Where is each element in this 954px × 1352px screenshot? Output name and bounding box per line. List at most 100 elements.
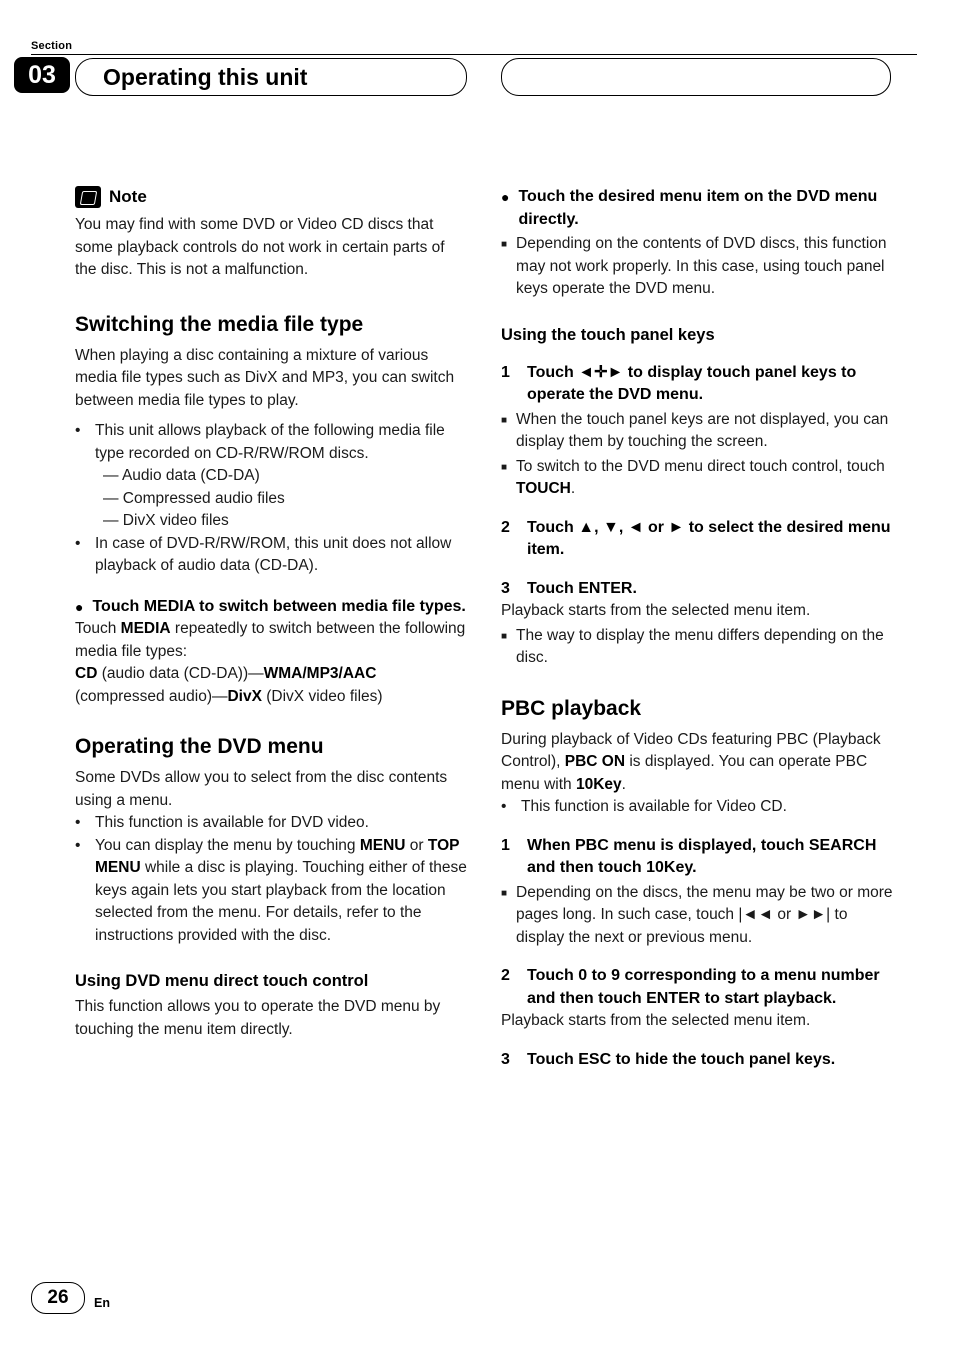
bullet-square-icon: ■ [501,239,508,250]
text-run: or [773,906,796,923]
list-item-text: You can display the menu by touching MEN… [95,835,467,948]
step-number: 3 [501,1050,510,1068]
list-item: — Audio data (CD-DA) [103,467,260,484]
page-footer: 26 En [31,1282,917,1322]
text-run: To switch to the DVD menu direct touch c… [516,457,885,475]
procedure-heading-text: Touch MEDIA to switch between media file… [92,597,466,615]
step-number: 2 [501,518,510,536]
heading-pbc-playback: PBC playback [501,696,642,720]
list-item-text: This function is available for DVD video… [95,814,369,831]
section-number-badge: 03 [14,57,70,93]
text-run: Touch [527,363,579,381]
step-item: 2 Touch 0 to 9 corresponding to a menu n… [501,965,893,1010]
step-text: Touch ENTER. [527,579,637,597]
heading-dvd-menu-direct-touch-control: Using DVD menu direct touch control [75,972,369,990]
heading-operating-the-dvd-menu: Operating the DVD menu [75,735,324,758]
text-run: Touch [75,620,121,637]
note-item: ■ The way to display the menu differs de… [501,625,893,670]
step-text: When PBC menu is displayed, touch SEARCH… [527,836,877,877]
bullet-square-icon: ■ [501,461,508,473]
note-heading: Note [75,186,467,208]
step3-body: Playback starts from the selected menu i… [501,602,811,619]
heading-switching-media-file-type: Switching the media file type [75,312,364,336]
text-run: while a disc is playing. Touching either… [95,859,467,944]
pbc-intro: During playback of Video CDs featuring P… [501,729,893,797]
note-item-text: When the touch panel keys are not displa… [516,410,889,451]
note-item: ■ Depending on the contents of DVD discs… [501,233,893,301]
note-item: ■ When the touch panel keys are not disp… [501,409,893,454]
media-type-sequence: CD (audio data (CD-DA))—WMA/MP3/AAC (com… [75,663,467,708]
list-item: • In case of DVD-R/RW/ROM, this unit doe… [75,533,467,578]
step-text: Touch 0 to 9 corresponding to a menu num… [527,967,880,1007]
language-label: En [94,1296,110,1310]
page-title-pill-right [501,58,891,96]
note-pencil-icon [75,186,101,208]
bullet-dot-icon: • [75,422,81,439]
header-rule [31,54,917,55]
text-run: . [570,480,576,497]
list-item: — DivX video files [103,512,229,529]
bullet-circle-icon: ● [501,189,510,205]
step-text: Touch ▲, ▼, ◄ or ► to select the desired… [527,518,891,559]
right-column: ● Touch the desired menu item on the DVD… [501,186,893,1071]
list-item: • You can display the menu by touching M… [75,835,467,948]
step-number: 3 [501,579,510,597]
step-number: 1 [501,363,510,381]
text-run-bold: CD [75,665,98,682]
text-run-bold: PBC ON [564,753,626,770]
left-column: Note You may find with some DVD or Video… [75,186,467,1041]
note-item-text: Depending on the contents of DVD discs, … [516,235,887,297]
note-item: ■ To switch to the DVD menu direct touch… [501,456,893,501]
bullet-square-icon: ■ [501,887,508,899]
bullet-dot-icon: • [75,534,81,552]
heading-using-touch-panel-keys: Using the touch panel keys [501,325,715,344]
section-label: Section [31,40,73,52]
procedure-heading: ● Touch MEDIA to switch between media fi… [75,596,467,619]
step-item: 1 Touch ◄✛► to display touch panel keys … [501,362,893,407]
text-run: (audio data (CD-DA))— [97,665,264,682]
step-text: Touch ESC to hide the touch panel keys. [527,1050,836,1068]
bullet-square-icon: ■ [501,630,508,642]
bullet-dot-icon: • [75,836,81,854]
page-number-badge: 26 [31,1282,85,1314]
text-run-bold: MEDIA [120,620,171,637]
previous-track-icon: |◄◄ [738,906,774,923]
page-title: Operating this unit [103,64,308,90]
list-item-text: In case of DVD-R/RW/ROM, this unit does … [95,534,452,575]
text-run-bold: DivX [227,687,262,705]
step-item: 1 When PBC menu is displayed, touch SEAR… [501,835,893,880]
text-run: (compressed audio)— [75,687,228,705]
list-item: • This function is available for Video C… [501,796,893,819]
text-run-bold: WMA/MP3/AAC [263,665,377,682]
step-item: 3 Touch ESC to hide the touch panel keys… [501,1049,893,1072]
step-number: 1 [501,836,510,854]
bullet-dot-icon: • [501,798,507,815]
step-text: Touch ◄✛► to display touch panel keys to… [527,362,893,407]
dvd-menu-intro: Some DVDs allow you to select from the d… [75,769,448,809]
note-item-text: Depending on the discs, the menu may be … [516,882,893,950]
bullet-square-icon: ■ [501,414,508,426]
bullet-circle-icon: ● [75,598,84,615]
note-item: ■ Depending on the discs, the menu may b… [501,882,893,950]
step-item: 2 Touch ▲, ▼, ◄ or ► to select the desir… [501,517,893,562]
text-run-bold: 10Key [575,775,622,793]
list-item-text: This function is available for Video CD. [521,798,787,815]
list-item: • This unit allows playback of the follo… [75,420,467,465]
note-item-text: The way to display the menu differs depe… [516,626,884,667]
note-body: You may find with some DVD or Video CD d… [75,216,445,278]
procedure-heading-text: Touch the desired menu item on the DVD m… [518,188,878,228]
direct-touch-body: This function allows you to operate the … [75,998,441,1038]
switching-intro: When playing a disc containing a mixture… [75,346,455,409]
step-number: 2 [501,967,510,984]
list-item: — Compressed audio files [103,489,285,507]
list-item-text: This unit allows playback of the followi… [95,422,445,462]
note-title: Note [109,187,147,206]
text-run: (DivX video files) [261,687,383,705]
text-run-bold: TOUCH [516,480,571,497]
note-item-text: To switch to the DVD menu direct touch c… [516,456,893,501]
text-run: . [621,775,626,793]
step-item: 3 Touch ENTER. [501,578,893,601]
pbc-step2-body: Playback starts from the selected menu i… [501,1012,811,1029]
cross-arrows-icon: ◄✛► [578,363,624,381]
text-run: You can display the menu by touching [95,836,360,854]
